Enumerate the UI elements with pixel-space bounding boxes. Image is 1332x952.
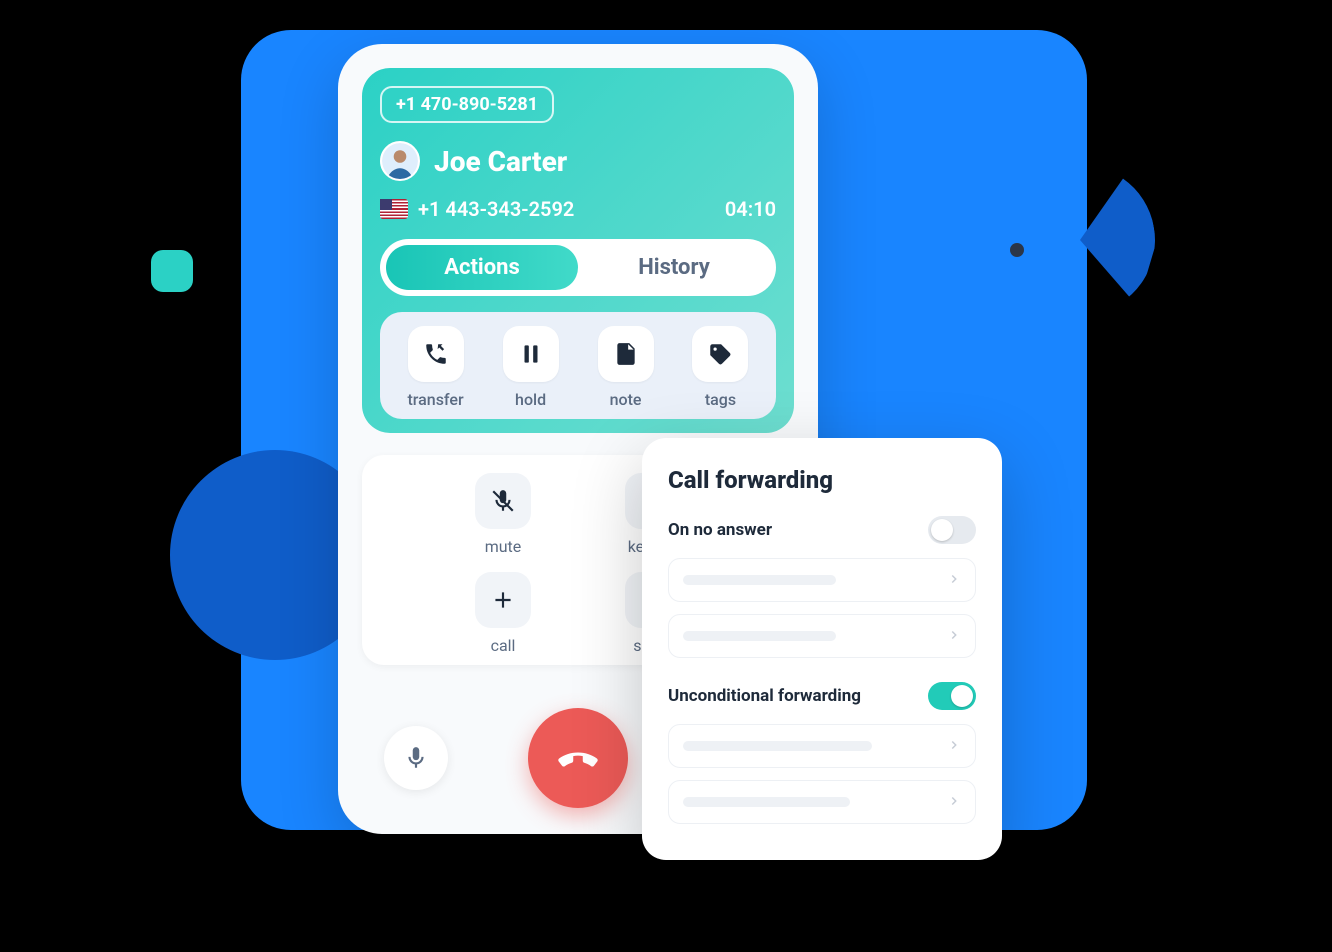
unconditional-toggle[interactable] (928, 682, 976, 710)
no-answer-label: On no answer (668, 520, 772, 540)
tags-button[interactable] (692, 326, 748, 382)
call-duration: 04:10 (725, 197, 776, 221)
unconditional-label: Unconditional forwarding (668, 686, 861, 706)
note-button[interactable] (598, 326, 654, 382)
decorative-blob (151, 250, 193, 292)
placeholder-line (683, 575, 836, 585)
avatar (380, 141, 420, 181)
chevron-right-icon (947, 793, 961, 812)
note-label: note (610, 390, 642, 409)
call-forwarding-title: Call forwarding (668, 466, 976, 494)
mute-icon (490, 488, 516, 514)
call-tabbar: Actions History (380, 239, 776, 296)
chevron-right-icon (947, 571, 961, 590)
inbound-number: +1 443-343-2592 (418, 197, 574, 221)
plus-icon (490, 587, 516, 613)
mute-button[interactable] (475, 473, 531, 529)
add-call-label: call (491, 636, 516, 655)
call-actions-row: transfer hold note (380, 312, 776, 419)
end-call-button[interactable] (528, 708, 628, 808)
unconditional-option-2[interactable] (668, 780, 976, 824)
mute-label: mute (485, 537, 522, 556)
tags-label: tags (705, 390, 736, 409)
transfer-label: transfer (407, 390, 463, 409)
add-call-button[interactable] (475, 572, 531, 628)
microphone-icon (403, 745, 429, 771)
contact-row: Joe Carter (380, 141, 776, 181)
decorative-dot (1010, 243, 1024, 257)
outbound-number-badge[interactable]: +1 470-890-5281 (380, 86, 554, 123)
call-forwarding-card: Call forwarding On no answer Uncondition… (642, 438, 1002, 860)
us-flag-icon (380, 199, 408, 219)
note-icon (613, 341, 639, 367)
contact-name: Joe Carter (434, 145, 567, 178)
hold-button[interactable] (503, 326, 559, 382)
no-answer-option-1[interactable] (668, 558, 976, 602)
chevron-right-icon (947, 627, 961, 646)
hangup-icon (556, 736, 600, 780)
unconditional-option-1[interactable] (668, 724, 976, 768)
placeholder-line (683, 797, 850, 807)
chevron-right-icon (947, 737, 961, 756)
tag-icon (707, 341, 733, 367)
transfer-icon (423, 341, 449, 367)
tab-actions[interactable]: Actions (386, 245, 578, 290)
tab-history[interactable]: History (578, 245, 770, 290)
placeholder-line (683, 741, 872, 751)
hold-label: hold (515, 390, 546, 409)
placeholder-line (683, 631, 836, 641)
no-answer-toggle[interactable] (928, 516, 976, 544)
no-answer-option-2[interactable] (668, 614, 976, 658)
pause-icon (518, 341, 544, 367)
active-call-panel: +1 470-890-5281 Joe Carter +1 443-343-25… (362, 68, 794, 433)
record-button[interactable] (384, 726, 448, 790)
transfer-button[interactable] (408, 326, 464, 382)
